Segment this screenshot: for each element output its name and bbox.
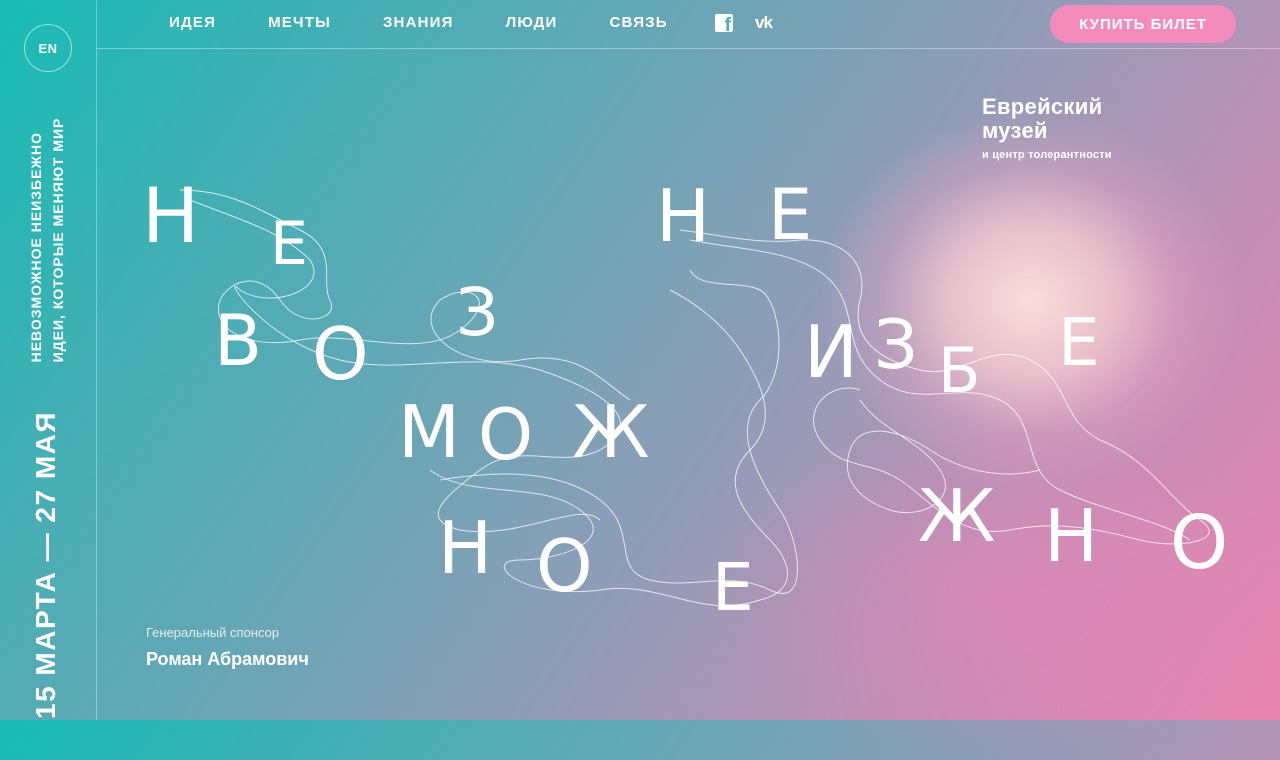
social-links: f vk xyxy=(715,14,773,35)
language-switch-button[interactable]: EN xyxy=(24,24,72,72)
nav-item-contact[interactable]: СВЯЗЬ xyxy=(610,14,668,31)
nav-item-dreams[interactable]: МЕЧТЫ xyxy=(268,14,331,31)
main-nav: ИДЕЯ МЕЧТЫ ЗНАНИЯ ЛЮДИ СВЯЗЬ xyxy=(169,14,720,31)
facebook-icon[interactable]: f xyxy=(715,14,733,35)
sponsor-caption: Генеральный спонсор xyxy=(146,625,280,640)
tagline-line-2: ИДЕИ, КОТОРЫЕ МЕНЯЮТ МИР xyxy=(50,117,66,363)
sponsor-name: Роман Абрамович xyxy=(146,649,309,669)
tagline-line-1: НЕВОЗМОЖНОЕ НЕИЗБЕЖНО xyxy=(28,131,44,363)
nav-item-people[interactable]: ЛЮДИ xyxy=(506,14,558,31)
logo-line-1: Еврейский xyxy=(982,94,1103,119)
nav-item-idea[interactable]: ИДЕЯ xyxy=(169,14,216,31)
museum-logo[interactable]: Еврейский музей и центр толерантности xyxy=(982,94,1112,162)
sidebar-tagline: НЕВОЗМОЖНОЕ НЕИЗБЕЖНО ИДЕИ, КОТОРЫЕ МЕНЯ… xyxy=(25,118,69,363)
buy-ticket-button[interactable]: КУПИТЬ БИЛЕТ xyxy=(1050,5,1236,43)
left-sidebar: EN НЕВОЗМОЖНОЕ НЕИЗБЕЖНО ИДЕИ, КОТОРЫЕ М… xyxy=(0,0,97,720)
sponsor-block: Генеральный спонсор Роман Абрамович xyxy=(146,625,309,670)
logo-line-3: и центр толерантности xyxy=(982,149,1112,161)
logo-line-2: музей xyxy=(982,118,1048,143)
nav-item-knowledge[interactable]: ЗНАНИЯ xyxy=(383,14,454,31)
vk-icon[interactable]: vk xyxy=(755,14,773,32)
exhibition-dates: 15 МАРТА — 27 МАЯ xyxy=(30,411,61,719)
